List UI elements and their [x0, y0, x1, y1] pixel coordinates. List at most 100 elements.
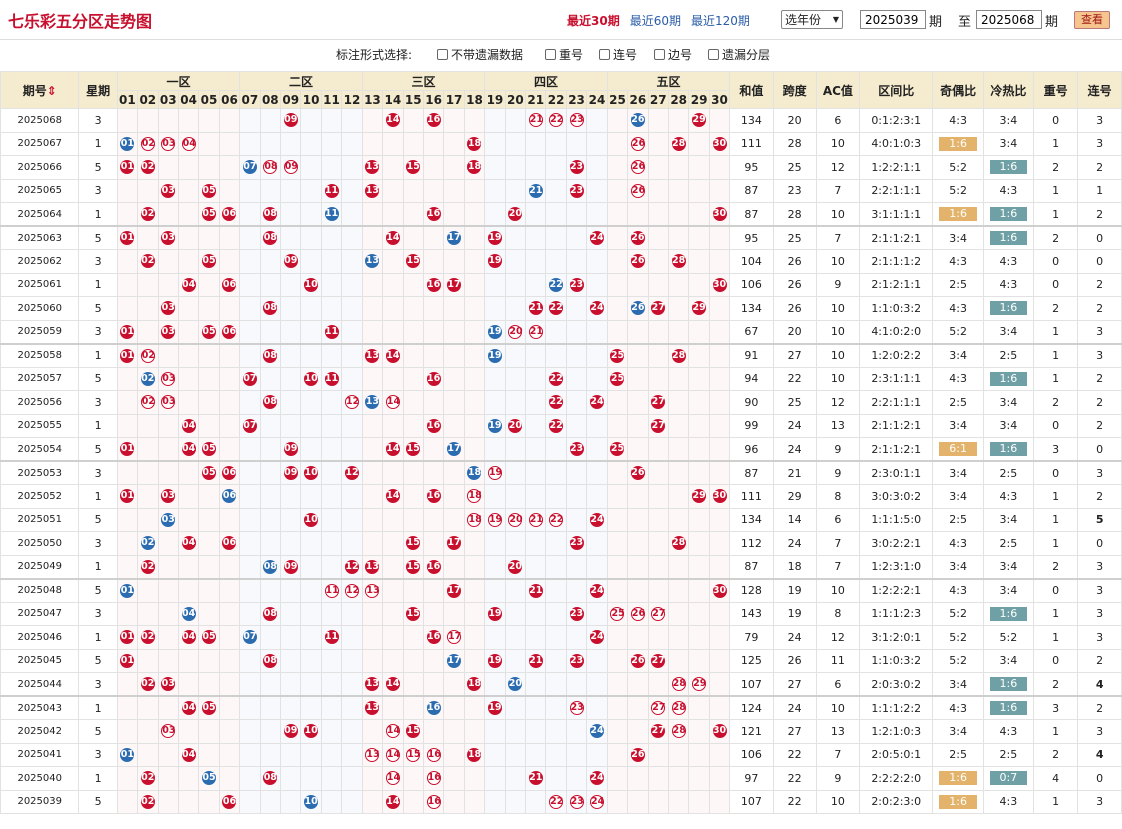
- number-cell: [545, 249, 567, 274]
- option-edge[interactable]: 边号: [654, 46, 692, 63]
- odd-even-value: 2:5: [949, 748, 967, 762]
- number-cell: [239, 672, 261, 697]
- number-cell: [177, 789, 200, 814]
- number-cell: [157, 249, 179, 274]
- number-cell: 17: [443, 625, 465, 650]
- drawn-ball: 03: [161, 395, 176, 410]
- checkbox-icon[interactable]: [545, 49, 556, 60]
- number-cell: [545, 719, 567, 744]
- number-cell: [647, 202, 669, 227]
- drawn-ball: 15: [406, 442, 421, 456]
- odd-even-value: 4:3: [949, 536, 967, 550]
- number-cell: 18: [463, 507, 486, 532]
- number-cell: 27: [647, 601, 669, 626]
- drawn-ball: 19: [487, 466, 503, 480]
- drawn-ball: 28: [671, 254, 686, 269]
- year-select[interactable]: 选年份 ▼: [781, 10, 843, 29]
- number-cell: [198, 577, 220, 603]
- odd-even-value: 1:6: [939, 207, 977, 221]
- drawn-ball: 06: [222, 207, 237, 221]
- table-row: 2025065 3 03 05 11 13 21 23 26 87 23 7 2:2:1:1:1 5:2 4…: [0, 178, 1122, 203]
- drawn-ball: 23: [569, 277, 584, 292]
- checkbox-icon[interactable]: [437, 49, 448, 60]
- weekday-cell: 5: [78, 789, 118, 814]
- number-cell: 10: [300, 789, 322, 814]
- odd-even-value: 4:3: [949, 301, 967, 315]
- zone-ratio-cell: 2:1:1:1:2: [859, 249, 934, 274]
- range-to-input[interactable]: [976, 10, 1042, 29]
- drawn-ball: 26: [630, 466, 645, 480]
- zone-ratio-cell: 1:2:2:1:1: [859, 155, 934, 180]
- number-cell: 16: [422, 366, 445, 391]
- period-link-0[interactable]: 最近30期: [567, 14, 620, 28]
- number-cell: [484, 625, 506, 650]
- option-no-miss[interactable]: 不带遗漏数据: [437, 46, 523, 63]
- number-cell: [300, 695, 322, 720]
- number-cell: [463, 554, 486, 579]
- drawn-ball: 13: [365, 160, 380, 175]
- cold-hot-cell: 4:3: [982, 249, 1035, 274]
- number-header: 23: [565, 90, 588, 109]
- number-cell: [667, 366, 690, 391]
- sort-icon[interactable]: ⇕: [47, 84, 57, 98]
- number-cell: 17: [443, 648, 465, 673]
- number-cell: [320, 719, 343, 744]
- range-from-input[interactable]: [860, 10, 926, 29]
- table-row: 2025067 1 01 02 03 04 18 26 28 30 111 28 10 4:0:1:0:3…: [0, 131, 1122, 156]
- number-cell: 03: [157, 719, 179, 744]
- option-consecutive[interactable]: 连号: [599, 46, 637, 63]
- checkbox-icon[interactable]: [654, 49, 665, 60]
- zone-ratio-cell: 3:1:2:0:1: [859, 625, 934, 650]
- number-cell: [627, 366, 649, 391]
- col-issue[interactable]: 期号⇕: [0, 71, 80, 109]
- number-cell: 14: [382, 789, 404, 814]
- table-row: 2025042 5 03 09 10 14 15 24 27 28 30 121 27 13 1:2:1:0…: [0, 719, 1122, 744]
- number-cell: [218, 437, 241, 462]
- repeat-cell: 0: [1033, 460, 1079, 485]
- number-cell: [300, 672, 322, 697]
- number-cell: [443, 554, 465, 579]
- drawn-ball: 02: [140, 160, 155, 175]
- number-cell: 10: [300, 719, 322, 744]
- sum-cell: 112: [729, 531, 774, 556]
- number-cell: 26: [627, 296, 649, 321]
- drawn-ball: 29: [692, 677, 707, 691]
- drawn-ball: 25: [610, 348, 625, 363]
- number-cell: [116, 719, 139, 744]
- number-cell: 19: [484, 648, 506, 673]
- number-cell: [177, 390, 200, 415]
- drawn-ball: 20: [508, 512, 523, 527]
- drawn-ball: 09: [283, 724, 298, 739]
- number-cell: [647, 672, 669, 697]
- number-cell: [116, 695, 139, 720]
- drawn-ball: 14: [385, 724, 401, 739]
- view-button[interactable]: 查看: [1074, 11, 1110, 29]
- number-cell: [463, 719, 486, 744]
- checkbox-icon[interactable]: [599, 49, 610, 60]
- number-cell: [320, 225, 343, 250]
- drawn-ball: 01: [120, 324, 135, 339]
- period-link-1[interactable]: 最近60期: [630, 14, 681, 28]
- number-cell: [320, 460, 343, 485]
- number-cell: [545, 437, 567, 462]
- sum-cell: 87: [729, 460, 774, 485]
- number-cell: [239, 648, 261, 673]
- number-cell: [586, 742, 608, 767]
- option-layer[interactable]: 遗漏分层: [708, 46, 770, 63]
- odd-even-cell: 3:4: [932, 342, 984, 368]
- number-cell: [239, 507, 261, 532]
- zone-ratio-cell: 2:0:3:0:2: [859, 672, 934, 697]
- number-cell: 12: [341, 460, 363, 485]
- span-cell: 22: [772, 789, 817, 814]
- number-cell: [606, 131, 629, 156]
- number-cell: [361, 366, 384, 391]
- number-cell: [525, 742, 547, 767]
- period-link-2[interactable]: 最近120期: [691, 14, 750, 28]
- number-cell: [320, 695, 343, 720]
- drawn-ball: 02: [140, 536, 155, 551]
- issue-cell: 2025066: [0, 155, 80, 180]
- zone-ratio-cell: 2:1:2:1:1: [859, 272, 934, 297]
- option-repeat[interactable]: 重号: [545, 46, 583, 63]
- number-cell: 05: [198, 202, 220, 227]
- checkbox-icon[interactable]: [708, 49, 719, 60]
